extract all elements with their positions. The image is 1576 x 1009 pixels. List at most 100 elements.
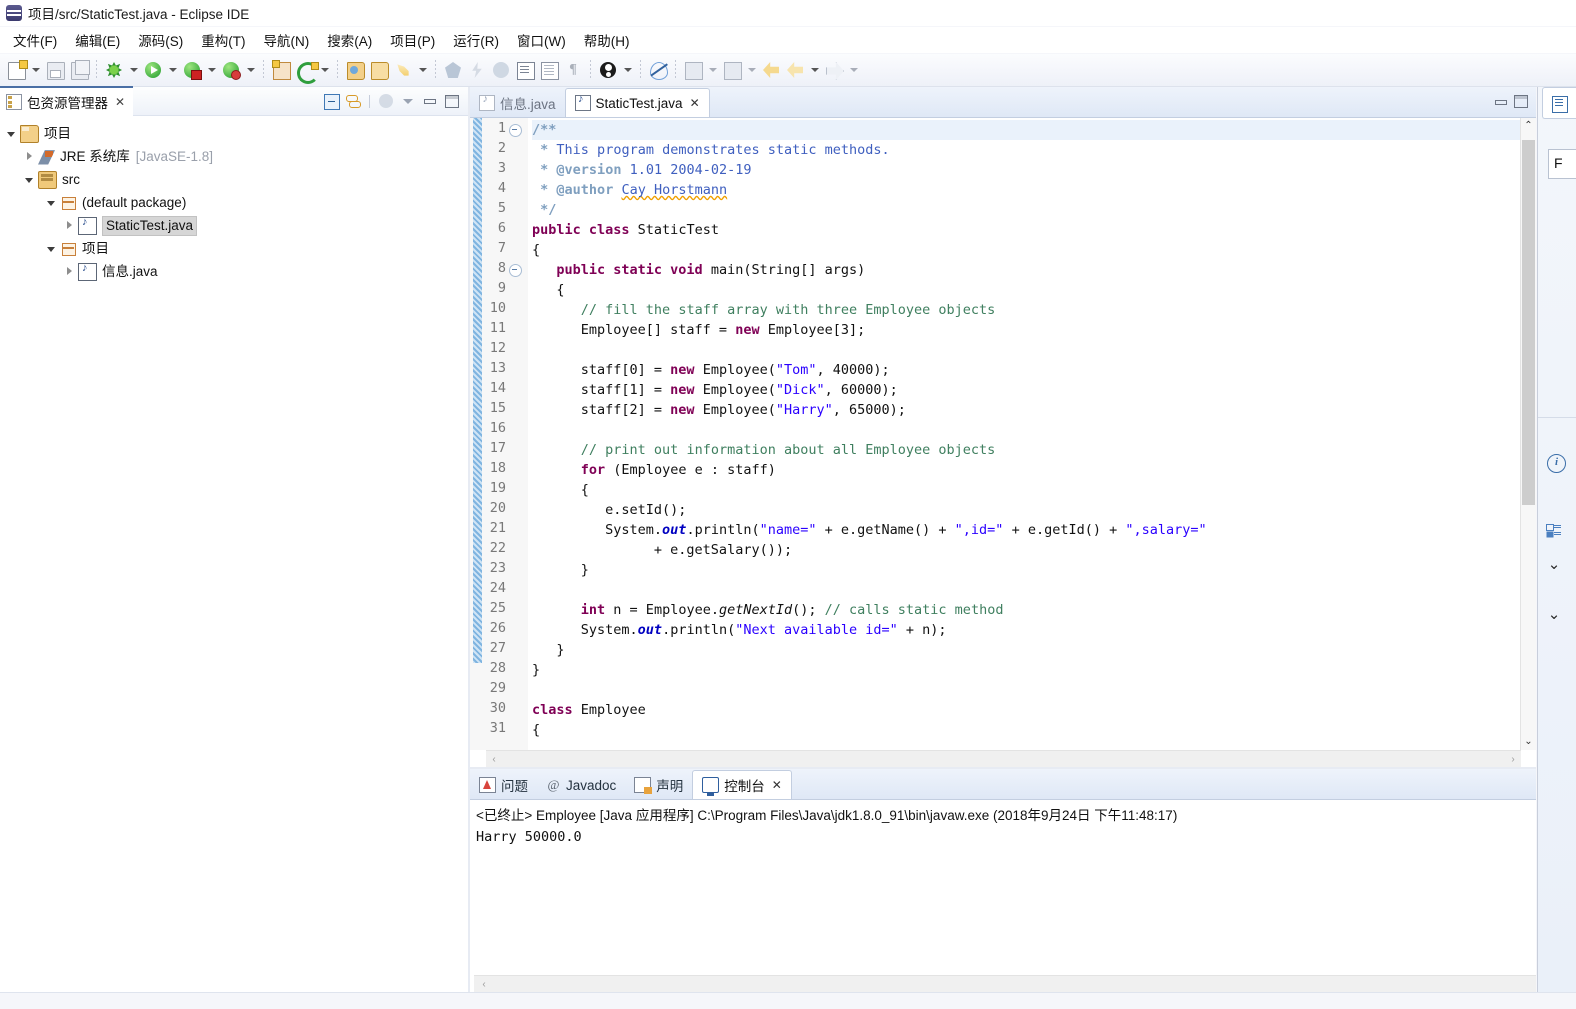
save-icon[interactable] [44, 59, 66, 81]
debug-icon[interactable] [103, 59, 125, 81]
collapse-all-icon[interactable] [321, 91, 341, 111]
tab-javadoc[interactable]: @ Javadoc [537, 771, 625, 799]
f-button[interactable]: F [1548, 149, 1576, 179]
twisty-open-icon[interactable] [44, 241, 60, 257]
menu-source[interactable]: 源码(S) [129, 28, 192, 52]
next-annotation-dropdown-arrow-icon[interactable] [745, 59, 758, 81]
tab-declaration[interactable]: 声明 [625, 771, 692, 799]
title-bar: 项目/src/StaticTest.java - Eclipse IDE [0, 0, 1576, 26]
tree-item-project[interactable]: 项目 [0, 122, 468, 145]
bug-icon[interactable] [490, 59, 512, 81]
twisty-closed-icon[interactable] [22, 149, 38, 165]
menu-edit[interactable]: 编辑(E) [66, 28, 129, 52]
menu-run[interactable]: 运行(R) [444, 28, 508, 52]
outline-view-tab[interactable] [1542, 87, 1576, 119]
fold-collapse-icon[interactable] [509, 264, 522, 277]
tree-item-jre-library[interactable]: JRE 系统库 [JavaSE-1.8] [0, 145, 468, 168]
focus-icon[interactable] [376, 91, 396, 111]
document-lines-icon[interactable] [538, 59, 560, 81]
tab-xinxi-java[interactable]: 信息.java [470, 89, 565, 117]
editor-horizontal-scrollbar[interactable]: ‹ › [486, 750, 1521, 768]
info-icon[interactable]: i [1547, 454, 1566, 473]
menu-search[interactable]: 搜索(A) [318, 28, 381, 52]
previous-annotation-dropdown-arrow-icon[interactable] [706, 59, 719, 81]
tab-package-explorer[interactable]: 包资源管理器 ✕ [0, 86, 134, 116]
editor-vertical-scrollbar[interactable]: ⌃ ⌄ [1520, 118, 1536, 750]
run-icon[interactable] [142, 59, 164, 81]
tree-item-src[interactable]: src [0, 168, 468, 191]
tree-item-default-package[interactable]: (default package) [0, 191, 468, 214]
forward-dropdown-arrow-icon[interactable] [847, 59, 860, 81]
debug-dropdown-arrow-icon[interactable] [127, 59, 140, 81]
chevron-down-icon[interactable]: ⌄ [1546, 557, 1562, 573]
fold-collapse-icon[interactable] [509, 124, 522, 137]
scroll-up-icon[interactable]: ⌃ [1521, 118, 1536, 134]
twisty-open-icon[interactable] [44, 195, 60, 211]
outline-tree-icon[interactable] [1546, 524, 1562, 538]
tab-console[interactable]: 控制台 ✕ [692, 770, 792, 799]
chevron-down-icon[interactable]: ⌄ [1546, 607, 1562, 623]
tree-item-label: (default package) [82, 194, 187, 210]
refresh-icon[interactable] [294, 59, 319, 84]
maximize-icon[interactable] [442, 91, 462, 111]
open-type-icon[interactable] [344, 59, 366, 81]
twisty-closed-icon[interactable] [62, 264, 78, 280]
person-dropdown-arrow-icon[interactable] [621, 59, 634, 81]
code-text-area[interactable]: /** * This program demonstrates static m… [532, 118, 1536, 750]
new-file-dropdown-arrow-icon[interactable] [29, 59, 42, 81]
minimize-icon[interactable] [1490, 92, 1510, 110]
tree-item-statictest-java[interactable]: StaticTest.java [0, 214, 468, 237]
run-dropdown-arrow-icon[interactable] [166, 59, 179, 81]
launch-dropdown-arrow-icon[interactable] [416, 59, 429, 81]
bolt-icon[interactable] [466, 59, 488, 81]
menu-help[interactable]: 帮助(H) [575, 28, 639, 52]
minimize-icon[interactable] [420, 91, 440, 111]
forward-icon[interactable] [823, 59, 845, 81]
scrollbar-thumb[interactable] [1522, 140, 1535, 505]
tab-problems[interactable]: 问题 [470, 771, 537, 799]
menu-navigate[interactable]: 导航(N) [255, 28, 319, 52]
menu-refactor[interactable]: 重构(T) [192, 28, 254, 52]
console-output-area[interactable]: <已终止> Employee [Java 应用程序] C:\Program Fi… [470, 799, 1536, 994]
close-icon[interactable]: ✕ [690, 96, 700, 110]
search-icon[interactable] [442, 59, 464, 81]
coverage-dropdown-arrow-icon[interactable] [244, 59, 257, 81]
tab-statictest-java[interactable]: StaticTest.java ✕ [564, 88, 710, 117]
view-menu-icon[interactable] [398, 91, 418, 111]
close-icon[interactable]: ✕ [115, 95, 125, 109]
previous-annotation-icon[interactable] [682, 59, 704, 81]
external-tools-dropdown-arrow-icon[interactable] [205, 59, 218, 81]
external-tools-icon[interactable] [181, 59, 203, 81]
scroll-down-icon[interactable]: ⌄ [1521, 734, 1536, 750]
person-icon[interactable] [597, 59, 619, 81]
back-icon[interactable] [760, 59, 782, 81]
no-eye-icon[interactable] [647, 59, 669, 81]
open-task-icon[interactable] [368, 59, 390, 81]
back-history-icon[interactable] [784, 59, 806, 81]
pilcrow-icon[interactable]: ¶ [562, 59, 584, 81]
scroll-left-icon[interactable]: ‹ [486, 751, 502, 768]
menu-file[interactable]: 文件(F) [4, 28, 66, 52]
link-with-editor-icon[interactable] [343, 91, 363, 111]
new-java-class-icon[interactable] [270, 59, 292, 81]
refresh-dropdown-arrow-icon[interactable] [318, 59, 331, 81]
document-icon[interactable] [514, 59, 536, 81]
maximize-icon[interactable] [1510, 92, 1530, 110]
twisty-open-icon[interactable] [4, 126, 20, 142]
close-icon[interactable]: ✕ [772, 778, 782, 792]
marker-bar[interactable] [470, 118, 487, 750]
menu-project[interactable]: 项目(P) [381, 28, 444, 52]
save-all-icon[interactable] [68, 59, 90, 81]
scroll-right-icon[interactable]: › [1505, 751, 1521, 768]
launch-icon[interactable] [392, 59, 414, 81]
menu-window[interactable]: 窗口(W) [508, 28, 575, 52]
twisty-closed-icon[interactable] [62, 218, 78, 234]
new-file-icon[interactable] [5, 59, 28, 81]
twisty-open-icon[interactable] [22, 172, 38, 188]
scroll-left-icon[interactable]: ‹ [476, 976, 492, 993]
tree-item-xinxi-java[interactable]: 信息.java [0, 260, 468, 283]
tree-item-package-xiangmu[interactable]: 项目 [0, 237, 468, 260]
next-annotation-icon[interactable] [721, 59, 743, 81]
back-dropdown-arrow-icon[interactable] [808, 59, 821, 81]
coverage-icon[interactable] [220, 59, 242, 81]
